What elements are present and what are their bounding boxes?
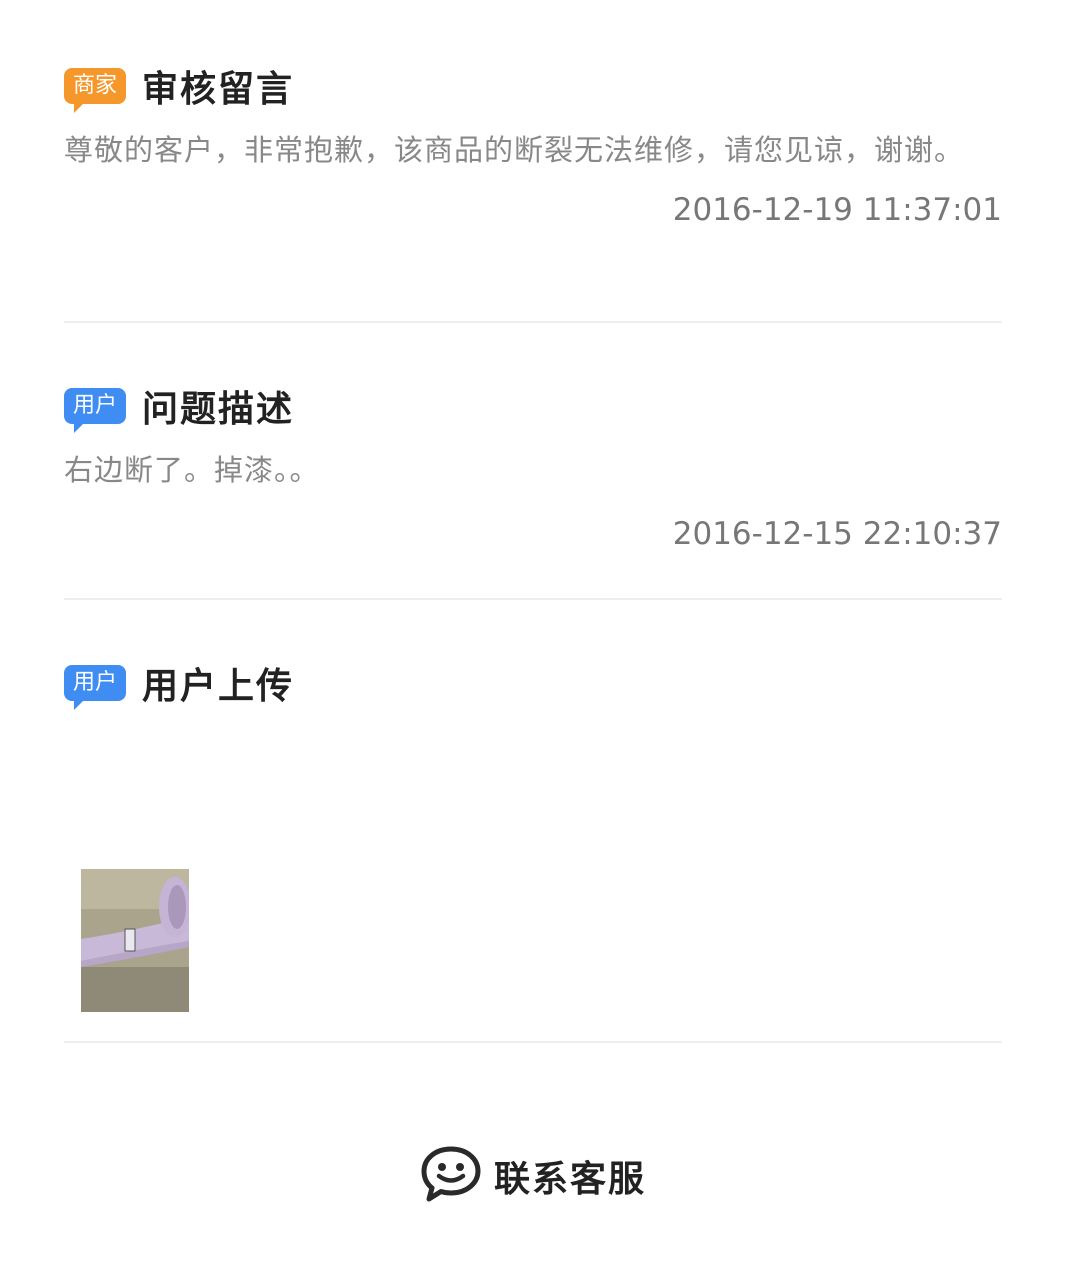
chat-bubble-face-icon: [420, 1145, 482, 1207]
merchant-badge: 商家: [64, 68, 126, 113]
problem-description-timestamp: 2016-12-15 22:10:37: [672, 516, 1002, 552]
review-message-title: 审核留言: [142, 69, 295, 110]
review-message-header: 商家 审核留言: [64, 62, 1002, 113]
contact-customer-service-label: 联系客服: [494, 1159, 647, 1200]
problem-description-header: 用户 问题描述: [64, 382, 1002, 433]
divider: [64, 1041, 1002, 1043]
uploaded-photo-thumbnail[interactable]: [81, 869, 189, 1012]
divider: [64, 598, 1002, 600]
problem-description-title: 问题描述: [142, 389, 295, 430]
review-message-text: 尊敬的客户，非常抱歉，该商品的断裂无法维修，请您见谅，谢谢。: [64, 133, 965, 167]
user-badge: 用户: [64, 388, 126, 433]
review-message-timestamp: 2016-12-19 11:37:01: [672, 192, 1002, 228]
divider: [64, 321, 1002, 323]
review-message-section: 商家 审核留言 尊敬的客户，非常抱歉，该商品的断裂无法维修，请您见谅，谢谢。 2…: [64, 62, 1002, 228]
user-upload-section: 用户 用户上传: [64, 659, 1002, 710]
problem-description-section: 用户 问题描述 右边断了。掉漆。。 2016-12-15 22:10:37: [64, 382, 1002, 552]
user-badge: 用户: [64, 665, 126, 710]
user-upload-title: 用户上传: [142, 666, 295, 707]
problem-description-text: 右边断了。掉漆。。: [64, 453, 320, 487]
user-upload-header: 用户 用户上传: [64, 659, 1002, 710]
contact-customer-service-button[interactable]: 联系客服: [420, 1145, 646, 1207]
